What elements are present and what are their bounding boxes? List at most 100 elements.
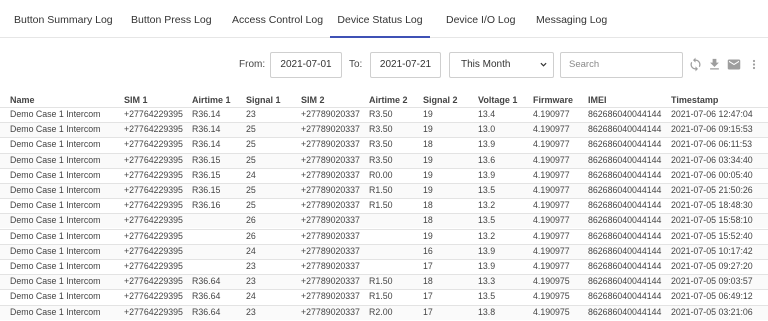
- cell-sim-1: +27764229395: [124, 215, 183, 226]
- table-row[interactable]: Demo Case 1 Intercom +27764229395 R36.64 23…: [0, 304, 768, 320]
- cell-signal-1: 25: [246, 139, 256, 150]
- cell-signal-2: 16: [423, 245, 433, 256]
- cell-name: Demo Case 1 Intercom: [10, 169, 101, 180]
- cell-timestamp: 2021-07-05 21:50:26: [671, 185, 753, 195]
- cell-firmware: 4.190977: [533, 154, 570, 165]
- table-row[interactable]: Demo Case 1 Intercom +27764229395 26 +27789…: [0, 228, 768, 244]
- cell-sim-1: +27764229395: [124, 245, 183, 256]
- cell-voltage-1: 13.5: [478, 185, 496, 195]
- column-header-name[interactable]: Name: [10, 95, 35, 105]
- cell-airtime-2: R0.00: [369, 169, 393, 180]
- cell-sim-2: +27789020337: [301, 230, 360, 241]
- cell-signal-2: 19: [423, 154, 433, 165]
- cell-signal-1: 25: [246, 200, 256, 211]
- column-header-imei[interactable]: IMEI: [588, 95, 607, 105]
- cell-imei: 862686040044144: [588, 306, 662, 317]
- cell-firmware: 4.190977: [533, 230, 570, 241]
- cell-signal-2: 19: [423, 169, 433, 180]
- tab-device-status-log[interactable]: Device Status Log: [330, 0, 430, 38]
- cell-sim-2: +27789020337: [301, 276, 360, 287]
- cell-firmware: 4.190977: [533, 261, 570, 271]
- cell-airtime-2: R3.50: [369, 124, 393, 135]
- tab-device-io-log[interactable]: Device I/O Log: [446, 0, 515, 38]
- cell-timestamp: 2021-07-05 06:49:12: [671, 291, 753, 302]
- cell-sim-2: +27789020337: [301, 306, 360, 317]
- period-select[interactable]: This Month: [449, 52, 554, 78]
- tab-access-control-log[interactable]: Access Control Log: [232, 0, 323, 38]
- cell-firmware: 4.190977: [533, 200, 570, 211]
- cell-sim-1: +27764229395: [124, 276, 183, 287]
- cell-airtime-1: R36.15: [192, 169, 221, 180]
- table-row[interactable]: Demo Case 1 Intercom +27764229395 R36.64 23…: [0, 274, 768, 290]
- cell-signal-1: 26: [246, 215, 256, 226]
- cell-sim-2: +27789020337: [301, 200, 360, 211]
- tab-messaging-log[interactable]: Messaging Log: [536, 0, 607, 38]
- cell-imei: 862686040044144: [588, 124, 662, 135]
- table-row[interactable]: Demo Case 1 Intercom +27764229395 R36.15 25…: [0, 152, 768, 168]
- column-header-firmware[interactable]: Firmware: [533, 95, 573, 105]
- cell-sim-2: +27789020337: [301, 291, 360, 302]
- column-header-sim-2[interactable]: SIM 2: [301, 95, 325, 105]
- cell-airtime-1: R36.14: [192, 139, 221, 150]
- table-row[interactable]: Demo Case 1 Intercom +27764229395 R36.16 25…: [0, 198, 768, 213]
- cell-signal-2: 17: [423, 261, 433, 271]
- cell-signal-1: 25: [246, 154, 256, 165]
- column-header-voltage-1[interactable]: Voltage 1: [478, 95, 517, 105]
- email-icon[interactable]: [726, 57, 742, 72]
- table-row[interactable]: Demo Case 1 Intercom +27764229395 24 +27789…: [0, 243, 768, 259]
- cell-imei: 862686040044144: [588, 169, 662, 180]
- cell-signal-1: 23: [246, 109, 256, 119]
- cell-timestamp: 2021-07-06 00:05:40: [671, 169, 753, 180]
- cell-voltage-1: 13.9: [478, 169, 496, 180]
- cell-name: Demo Case 1 Intercom: [10, 230, 101, 241]
- tab-button-summary-log[interactable]: Button Summary Log: [14, 0, 113, 38]
- cell-signal-2: 18: [423, 139, 433, 150]
- cell-imei: 862686040044144: [588, 109, 662, 119]
- column-header-airtime-1[interactable]: Airtime 1: [192, 95, 231, 105]
- cell-signal-2: 19: [423, 185, 433, 195]
- column-header-signal-2[interactable]: Signal 2: [423, 95, 458, 105]
- cell-imei: 862686040044144: [588, 230, 662, 241]
- more-vertical-icon[interactable]: [748, 57, 760, 72]
- column-header-airtime-2[interactable]: Airtime 2: [369, 95, 408, 105]
- refresh-icon[interactable]: [688, 57, 703, 72]
- cell-imei: 862686040044144: [588, 215, 662, 226]
- table-row[interactable]: Demo Case 1 Intercom +27764229395 R36.15 25…: [0, 183, 768, 198]
- table-row[interactable]: Demo Case 1 Intercom +27764229395 R36.14 23…: [0, 107, 768, 122]
- cell-voltage-1: 13.3: [478, 276, 496, 287]
- from-date-input[interactable]: 2021-07-01: [270, 52, 342, 78]
- table-row[interactable]: Demo Case 1 Intercom +27764229395 R36.14 25…: [0, 122, 768, 138]
- cell-signal-2: 19: [423, 124, 433, 135]
- cell-imei: 862686040044144: [588, 185, 662, 195]
- cell-signal-1: 25: [246, 185, 256, 195]
- cell-timestamp: 2021-07-06 06:11:53: [671, 139, 753, 150]
- to-date-input[interactable]: 2021-07-21: [370, 52, 441, 78]
- cell-sim-1: +27764229395: [124, 185, 183, 195]
- cell-name: Demo Case 1 Intercom: [10, 291, 101, 302]
- column-header-signal-1[interactable]: Signal 1: [246, 95, 281, 105]
- tab-button-press-log[interactable]: Button Press Log: [131, 0, 212, 38]
- cell-imei: 862686040044144: [588, 245, 662, 256]
- table-row[interactable]: Demo Case 1 Intercom +27764229395 R36.15 24…: [0, 167, 768, 183]
- table-row[interactable]: Demo Case 1 Intercom +27764229395 23 +27789…: [0, 259, 768, 274]
- search-input[interactable]: Search: [560, 52, 683, 78]
- cell-sim-2: +27789020337: [301, 139, 360, 150]
- cell-sim-2: +27789020337: [301, 154, 360, 165]
- table-row[interactable]: Demo Case 1 Intercom +27764229395 26 +27789…: [0, 213, 768, 229]
- cell-signal-2: 19: [423, 109, 433, 119]
- column-header-sim-1[interactable]: SIM 1: [124, 95, 148, 105]
- cell-name: Demo Case 1 Intercom: [10, 245, 101, 256]
- column-header-timestamp[interactable]: Timestamp: [671, 95, 718, 105]
- table-row[interactable]: Demo Case 1 Intercom +27764229395 R36.14 25…: [0, 137, 768, 152]
- cell-sim-2: +27789020337: [301, 215, 360, 226]
- cell-airtime-1: R36.15: [192, 154, 221, 165]
- cell-firmware: 4.190977: [533, 109, 570, 119]
- cell-name: Demo Case 1 Intercom: [10, 124, 101, 135]
- cell-signal-2: 19: [423, 230, 433, 241]
- download-icon[interactable]: [707, 57, 722, 72]
- period-select-value: This Month: [461, 59, 511, 70]
- cell-sim-2: +27789020337: [301, 169, 360, 180]
- table-row[interactable]: Demo Case 1 Intercom +27764229395 R36.64 24…: [0, 289, 768, 304]
- cell-firmware: 4.190977: [533, 185, 570, 195]
- cell-name: Demo Case 1 Intercom: [10, 185, 101, 195]
